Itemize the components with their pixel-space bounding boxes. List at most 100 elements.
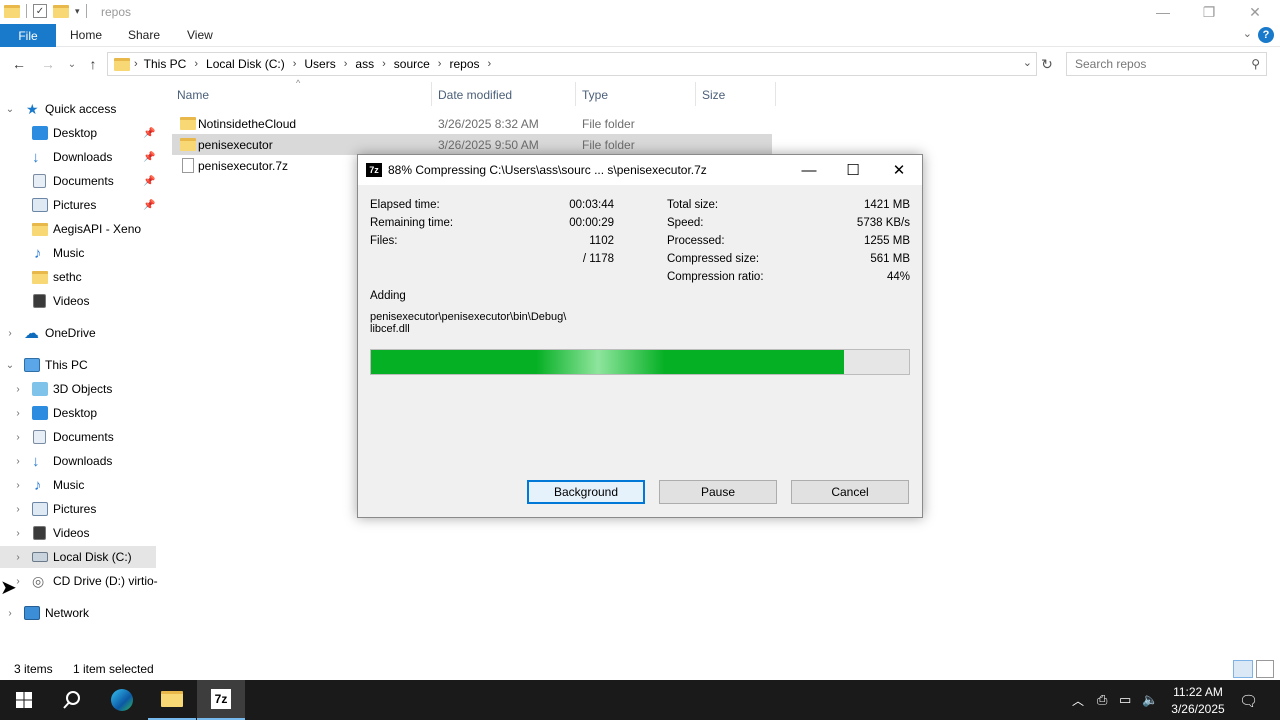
column-date-modified[interactable]: Date modified <box>438 88 512 102</box>
item-count: 3 items <box>14 662 53 676</box>
refresh-icon[interactable]: ↻ <box>1038 54 1056 74</box>
minimize-button[interactable]: — <box>1140 0 1186 24</box>
column-type[interactable]: Type <box>582 88 608 102</box>
chevron-down-icon[interactable]: ⌄ <box>4 360 16 371</box>
column-name[interactable]: Name <box>177 88 209 102</box>
sidebar-item-pc-documents[interactable]: › Documents <box>0 426 160 448</box>
sidebar-item-onedrive[interactable]: › ☁ OneDrive <box>0 322 160 344</box>
cancel-button[interactable]: Cancel <box>791 480 909 504</box>
chevron-up-icon[interactable]: ︿ <box>1072 692 1084 709</box>
divider[interactable] <box>695 82 696 106</box>
chevron-right-icon[interactable]: › <box>293 58 297 70</box>
restore-button[interactable]: ❐ <box>1186 0 1232 24</box>
sidebar-item-pc-desktop[interactable]: › Desktop <box>0 402 160 424</box>
sidebar-item-pc-downloads[interactable]: › ↓ Downloads <box>0 450 160 472</box>
large-icons-view-button[interactable] <box>1256 660 1274 678</box>
chevron-right-icon[interactable]: › <box>438 58 442 70</box>
sidebar-item-documents[interactable]: Documents 📌 <box>0 170 160 192</box>
address-dropdown-icon[interactable]: ⌄ <box>1023 56 1032 69</box>
dialog-maximize-button[interactable]: ☐ <box>830 155 876 185</box>
dialog-close-button[interactable]: ✕ <box>876 155 922 185</box>
pause-button[interactable]: Pause <box>659 480 777 504</box>
new-folder-icon[interactable] <box>53 4 69 18</box>
breadcrumb-ass[interactable]: ass <box>355 57 374 71</box>
properties-icon[interactable]: ✓ <box>33 4 47 18</box>
breadcrumb-users[interactable]: Users <box>304 57 335 71</box>
recent-locations-icon[interactable]: ⌄ <box>62 54 82 74</box>
device-icon[interactable]: ⎙ <box>1097 692 1107 708</box>
dialog-minimize-button[interactable]: — <box>786 155 832 185</box>
chevron-right-icon[interactable]: › <box>12 552 24 563</box>
sidebar-item-music[interactable]: ♪ Music <box>0 242 160 264</box>
clock-time: 11:22 AM <box>1173 685 1223 699</box>
chevron-right-icon[interactable]: › <box>12 504 24 515</box>
breadcrumb-this-pc[interactable]: This PC <box>144 57 187 71</box>
expand-ribbon-icon[interactable]: ⌄ <box>1243 27 1252 40</box>
sidebar-item-aegisapi[interactable]: AegisAPI - Xeno <box>0 218 160 240</box>
chevron-right-icon[interactable]: › <box>12 456 24 467</box>
sidebar-item-pc-videos[interactable]: › Videos <box>0 522 160 544</box>
customize-dropdown-icon[interactable]: ▾ <box>75 6 80 17</box>
back-button[interactable]: ← <box>9 54 29 74</box>
column-size[interactable]: Size <box>702 88 725 102</box>
chevron-right-icon[interactable]: › <box>12 384 24 395</box>
sidebar-item-pc-music[interactable]: › ♪ Music <box>0 474 160 496</box>
search-taskbar-button[interactable] <box>48 680 96 720</box>
sidebar-item-downloads[interactable]: ↓ Downloads 📌 <box>0 146 160 168</box>
chevron-right-icon[interactable]: › <box>12 408 24 419</box>
details-view-button[interactable] <box>1233 660 1253 678</box>
7zip-taskbar-button[interactable]: 7z <box>197 680 245 720</box>
divider[interactable] <box>775 82 776 106</box>
search-input[interactable]: Search repos ⚲ <box>1066 52 1267 76</box>
sidebar-item-network[interactable]: › Network <box>0 602 160 624</box>
sidebar-item-cd-drive[interactable]: › ◎ CD Drive (D:) virtio- <box>0 570 160 592</box>
chevron-right-icon[interactable]: › <box>12 528 24 539</box>
chevron-right-icon[interactable]: › <box>382 58 386 70</box>
volume-muted-icon[interactable]: 🔈 <box>1142 692 1158 708</box>
chevron-right-icon[interactable]: › <box>488 58 492 70</box>
sidebar-item-pc-pictures[interactable]: › Pictures <box>0 498 160 520</box>
up-button[interactable]: ↑ <box>83 54 103 74</box>
file-explorer-taskbar-button[interactable] <box>148 680 196 720</box>
sidebar-item-sethc[interactable]: sethc <box>0 266 160 288</box>
chevron-right-icon[interactable]: › <box>12 480 24 491</box>
network-tray-icon[interactable]: ▭ <box>1119 692 1131 708</box>
file-row[interactable]: NotinsidetheCloud 3/26/2025 8:32 AM File… <box>172 113 772 134</box>
tab-file[interactable]: File <box>0 24 56 47</box>
tab-share[interactable]: Share <box>128 28 160 42</box>
breadcrumb-source[interactable]: source <box>394 57 430 71</box>
clock[interactable]: 11:22 AM 3/26/2025 <box>1160 684 1236 718</box>
file-row-selected[interactable]: penisexecutor 3/26/2025 9:50 AM File fol… <box>172 134 772 155</box>
chevron-right-icon[interactable]: › <box>194 58 198 70</box>
breadcrumb-repos[interactable]: repos <box>449 57 479 71</box>
sidebar-item-local-disk[interactable]: › Local Disk (C:) <box>0 546 156 568</box>
edge-taskbar-button[interactable] <box>98 680 146 720</box>
forward-button[interactable]: → <box>38 54 58 74</box>
chevron-right-icon[interactable]: › <box>4 328 16 339</box>
address-bar[interactable]: › This PC › Local Disk (C:) › Users › as… <box>107 52 1037 76</box>
divider[interactable] <box>575 82 576 106</box>
desktop-icon <box>32 126 48 140</box>
chevron-right-icon[interactable]: › <box>344 58 348 70</box>
sidebar-item-videos[interactable]: Videos <box>0 290 160 312</box>
divider[interactable] <box>431 82 432 106</box>
sidebar-item-3d-objects[interactable]: › 3D Objects <box>0 378 160 400</box>
sidebar-item-label: Local Disk (C:) <box>53 550 132 564</box>
chevron-down-icon[interactable]: ⌄ <box>4 104 16 115</box>
notification-icon[interactable]: 🗨 <box>1239 692 1258 710</box>
tab-view[interactable]: View <box>187 28 213 42</box>
help-icon[interactable]: ? <box>1258 27 1274 43</box>
title-bar: ✓ ▾ repos — ❐ ✕ <box>0 0 1280 24</box>
breadcrumb-local-disk[interactable]: Local Disk (C:) <box>206 57 285 71</box>
sidebar-item-this-pc[interactable]: ⌄ This PC <box>0 354 160 376</box>
sidebar-item-pictures[interactable]: Pictures 📌 <box>0 194 160 216</box>
sidebar-item-desktop[interactable]: Desktop 📌 <box>0 122 160 144</box>
chevron-right-icon[interactable]: › <box>12 432 24 443</box>
tab-home[interactable]: Home <box>70 28 102 42</box>
sidebar-item-quick-access[interactable]: ⌄ ★ Quick access <box>0 98 160 120</box>
start-button[interactable] <box>0 680 48 720</box>
chevron-right-icon[interactable]: › <box>4 608 16 619</box>
background-button[interactable]: Background <box>527 480 645 504</box>
close-button[interactable]: ✕ <box>1232 0 1278 24</box>
sidebar-item-label: sethc <box>53 270 82 284</box>
